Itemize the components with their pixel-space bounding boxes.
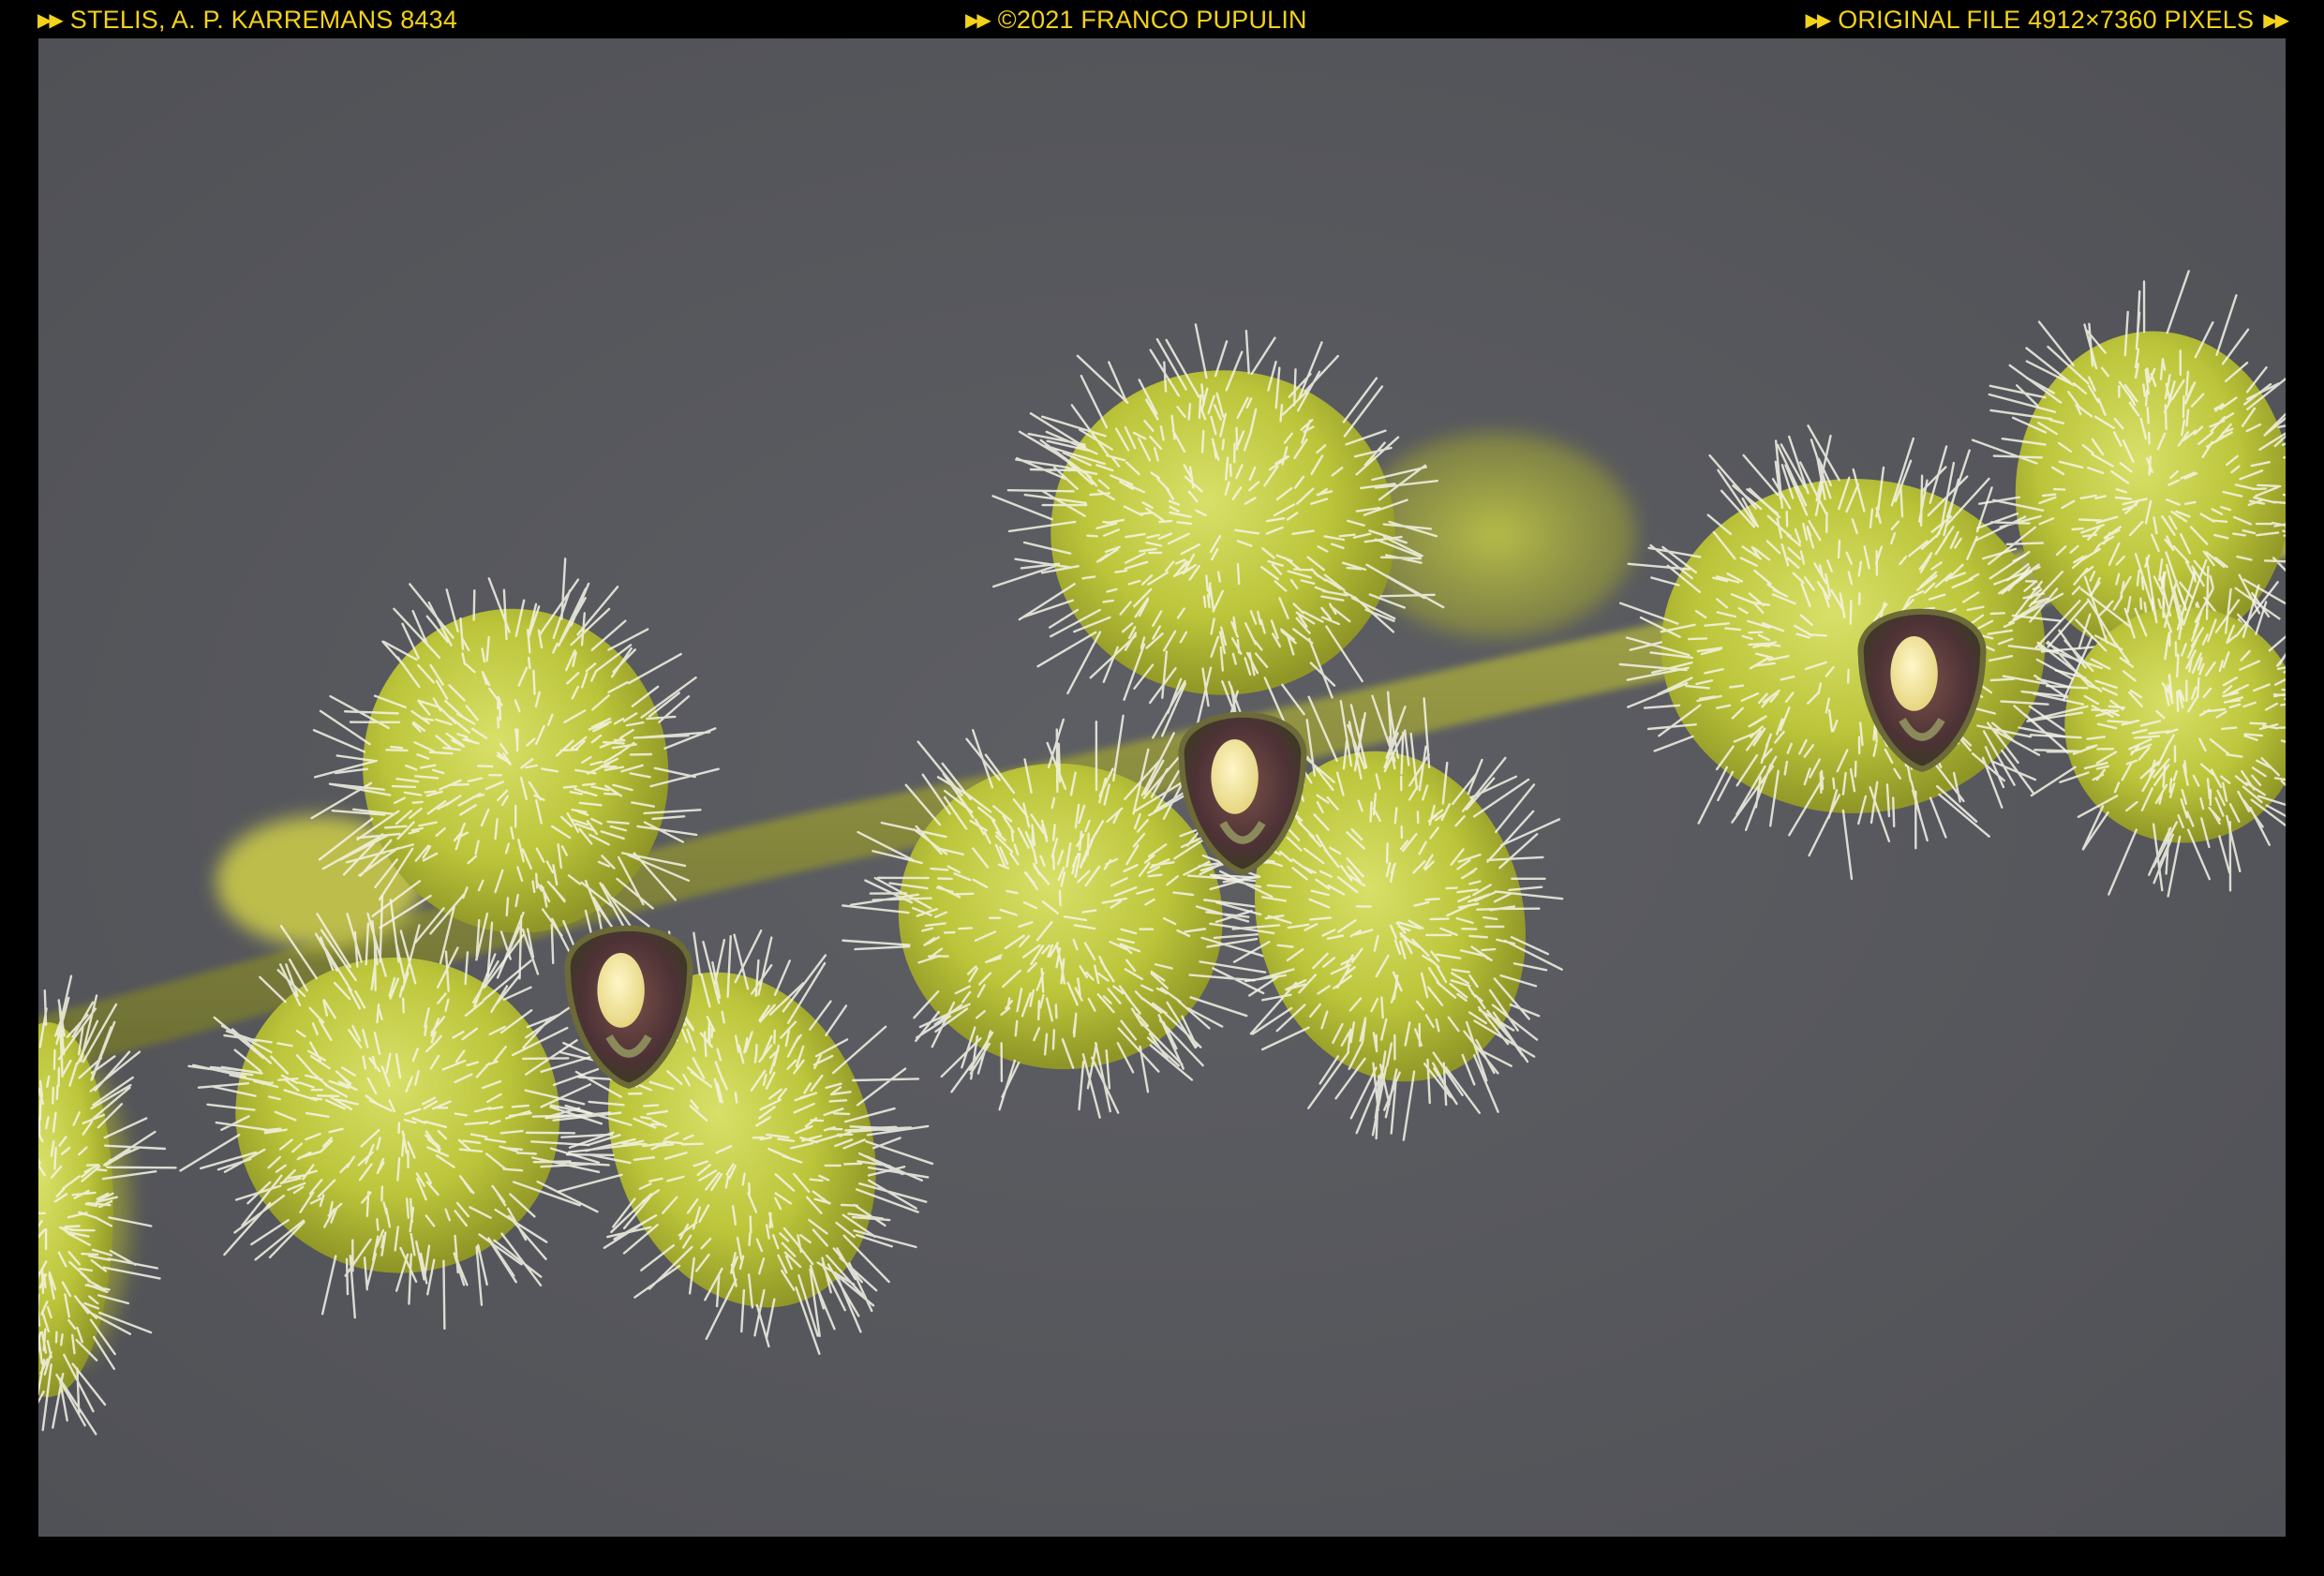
fast-forward-icon: ▶▶ (37, 10, 64, 31)
orchid-photo (38, 38, 2286, 1537)
caption-file-info-text: ORIGINAL FILE 4912×7360 PIXELS (1838, 6, 2255, 34)
orchid-scene (38, 38, 2286, 1537)
caption-file-info: ▶▶ ORIGINAL FILE 4912×7360 PIXELS ▶▶ (1805, 3, 2289, 39)
caption-species-text: STELIS, A. P. KARREMANS 8434 (69, 6, 458, 34)
caption-bar: ▶▶ STELIS, A. P. KARREMANS 8434 ▶▶ ©2021 F… (0, 0, 2324, 37)
sepal-body (1661, 479, 2046, 813)
column (597, 953, 645, 1028)
caption-copyright-text: ©2021 FRANCO PUPULIN (997, 6, 1307, 34)
fast-forward-icon: ▶▶ (1805, 10, 1831, 31)
column (1890, 636, 1938, 711)
column (1211, 739, 1259, 814)
caption-copyright: ▶▶ ©2021 FRANCO PUPULIN (965, 3, 1307, 39)
blurred-bud (1355, 432, 1636, 638)
caption-species: ▶▶ STELIS, A. P. KARREMANS 8434 (37, 3, 457, 39)
fast-forward-icon: ▶▶ (2263, 10, 2289, 31)
fast-forward-icon: ▶▶ (965, 10, 991, 31)
